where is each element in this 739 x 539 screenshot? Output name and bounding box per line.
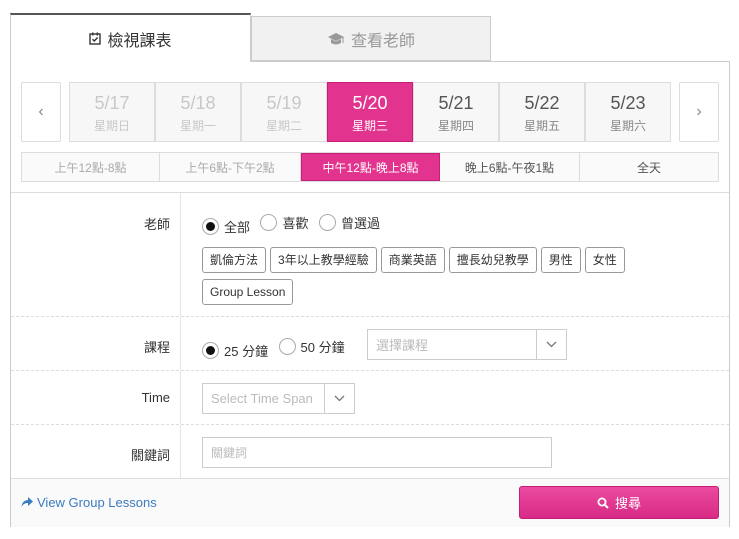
date-item[interactable]: 5/22 星期五 — [499, 82, 585, 142]
teacher-filter-row: 老師 全部 喜歡 曾選過 凱倫方法 3年以上教學經驗 商業英語 擅長幼兒教學 男性 女性 … — [11, 192, 729, 316]
view-group-lessons-link[interactable]: View Group Lessons — [21, 495, 157, 510]
radio-label: 曾選過 — [340, 216, 380, 231]
radio-label: 25 分鐘 — [224, 344, 269, 359]
tab-teachers-label: 查看老師 — [350, 32, 415, 50]
date-label: 5/18 — [180, 93, 216, 113]
course-select[interactable]: 選擇課程 — [367, 329, 567, 360]
date-strip: ‹ 5/17 星期日 5/18 星期一 5/19 星期二 5/20 星期三 5/… — [21, 82, 720, 144]
date-item[interactable]: 5/17 星期日 — [69, 82, 155, 142]
course-filter-row: 課程 25 分鐘 50 分鐘 選擇課程 — [11, 316, 729, 370]
view-group-lessons-label: View Group Lessons — [37, 495, 157, 510]
graduation-cap-icon — [327, 32, 345, 46]
filter-tag[interactable]: 商業英語 — [380, 247, 445, 273]
radio-circle — [202, 218, 219, 235]
date-item[interactable]: 5/21 星期四 — [413, 82, 499, 142]
time-slot[interactable]: 晚上6點-午夜1點 — [440, 153, 580, 181]
filter-tag[interactable]: 擅長幼兒教學 — [448, 247, 537, 273]
radio-label: 50 分鐘 — [300, 340, 345, 355]
teacher-tag-list: 凱倫方法 3年以上教學經驗 商業英語 擅長幼兒教學 男性 女性 Group Lesson — [202, 247, 662, 311]
weekday-label: 星期日 — [93, 119, 130, 133]
weekday-label: 星期二 — [265, 119, 302, 133]
radio-circle — [260, 214, 278, 231]
filter-tag[interactable]: 女性 — [584, 247, 625, 273]
radio-50-min[interactable]: 50 分鐘 — [278, 337, 345, 356]
date-label: 5/17 — [94, 93, 130, 113]
course-select-placeholder: 選擇課程 — [376, 338, 429, 353]
teacher-radio-group: 全部 喜歡 曾選過 — [202, 213, 386, 236]
radio-circle — [318, 214, 336, 231]
keyword-filter-row: 關鍵詞 — [11, 424, 729, 478]
date-item[interactable]: 5/19 星期二 — [241, 82, 327, 142]
radio-25-min[interactable]: 25 分鐘 — [202, 341, 268, 360]
teacher-filter-label: 老師 — [11, 193, 181, 316]
radio-previously-chosen[interactable]: 曾選過 — [318, 213, 380, 232]
panel-footer: View Group Lessons 搜尋 — [11, 478, 729, 527]
weekday-label: 星期六 — [609, 119, 646, 133]
date-item[interactable]: 5/18 星期一 — [155, 82, 241, 142]
date-label: 5/23 — [610, 93, 646, 113]
filter-tag[interactable]: 男性 — [540, 247, 581, 273]
tab-schedule[interactable]: 檢視課表 — [10, 13, 251, 62]
chevron-down-icon — [536, 330, 566, 359]
prev-week-button[interactable]: ‹ — [21, 82, 61, 142]
time-slot-selected[interactable]: 中午12點-晚上8點 — [301, 153, 440, 181]
time-slot[interactable]: 上午6點-下午2點 — [160, 153, 301, 181]
radio-all[interactable]: 全部 — [202, 217, 250, 236]
search-button-label: 搜尋 — [614, 496, 641, 511]
date-item[interactable]: 5/23 星期六 — [585, 82, 671, 142]
share-icon — [21, 497, 33, 508]
schedule-panel: ‹ 5/17 星期日 5/18 星期一 5/19 星期二 5/20 星期三 5/… — [10, 61, 730, 527]
tab-teachers[interactable]: 查看老師 — [251, 16, 491, 61]
time-slot[interactable]: 上午12點-8點 — [22, 153, 160, 181]
time-slot-bar: 上午12點-8點 上午6點-下午2點 中午12點-晚上8點 晚上6點-午夜1點 … — [21, 152, 719, 182]
filter-tag[interactable]: 凱倫方法 — [202, 247, 267, 273]
radio-label: 喜歡 — [282, 216, 309, 231]
filter-tag[interactable]: 3年以上教學經驗 — [270, 247, 377, 273]
course-radio-group: 25 分鐘 50 分鐘 — [202, 337, 351, 360]
date-item-selected[interactable]: 5/20 星期三 — [327, 82, 413, 142]
calendar-check-icon — [89, 32, 102, 45]
radio-favorites[interactable]: 喜歡 — [260, 213, 308, 232]
search-button[interactable]: 搜尋 — [519, 486, 719, 519]
chevron-right-icon: › — [696, 103, 702, 120]
date-label: 5/22 — [524, 93, 560, 113]
weekday-label: 星期三 — [351, 119, 388, 133]
radio-circle — [278, 338, 296, 355]
time-span-select[interactable]: Select Time Span — [202, 383, 355, 414]
date-label: 5/21 — [438, 93, 474, 113]
date-label: 5/19 — [266, 93, 302, 113]
next-week-button[interactable]: › — [679, 82, 719, 142]
course-filter-label: 課程 — [11, 317, 181, 370]
weekday-label: 星期五 — [523, 119, 560, 133]
keyword-filter-label: 關鍵詞 — [11, 425, 181, 478]
radio-label: 全部 — [224, 220, 251, 235]
time-slot[interactable]: 全天 — [580, 153, 718, 181]
radio-circle — [202, 342, 219, 359]
weekday-label: 星期四 — [437, 119, 474, 133]
chevron-down-icon — [324, 384, 354, 413]
tab-schedule-label: 檢視課表 — [107, 32, 172, 50]
time-span-placeholder: Select Time Span — [211, 391, 313, 406]
date-label: 5/20 — [352, 93, 388, 113]
filter-tag[interactable]: Group Lesson — [202, 279, 294, 305]
search-icon — [597, 497, 609, 509]
weekday-label: 星期一 — [179, 119, 216, 133]
time-filter-label: Time — [11, 371, 181, 424]
chevron-left-icon: ‹ — [38, 103, 44, 120]
time-filter-row: Time Select Time Span — [11, 370, 729, 424]
keyword-input[interactable] — [202, 437, 552, 468]
